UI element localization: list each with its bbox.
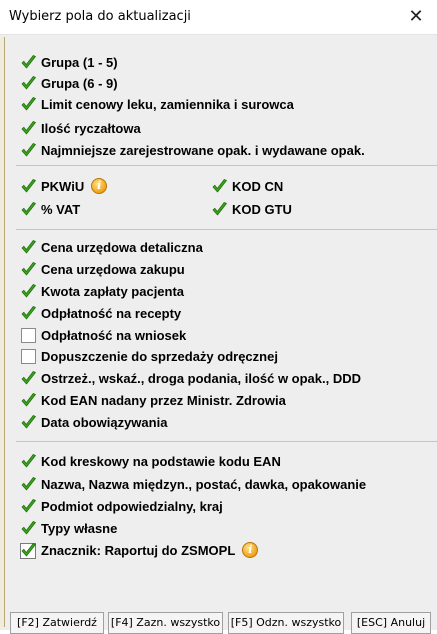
checkmark-icon[interactable] bbox=[20, 239, 37, 256]
checkbox-label: Kod EAN nadany przez Ministr. Zdrowia bbox=[41, 392, 286, 408]
checkbox-row-pkwiu[interactable]: PKWiU i bbox=[20, 175, 108, 197]
window-title: Wybierz pola do aktualizacji bbox=[9, 9, 191, 24]
checkbox-label: % VAT bbox=[41, 201, 81, 217]
checkbox-row-vat[interactable]: % VAT bbox=[20, 198, 80, 220]
checkbox-row-ilosc-ryczaltowa[interactable]: Ilość ryczałtowa bbox=[20, 117, 141, 139]
checkbox-row-najmniejsze-opak[interactable]: Najmniejsze zarejestrowane opak. i wydaw… bbox=[20, 139, 365, 161]
checkmark-icon[interactable] bbox=[20, 370, 37, 387]
checkmark-icon[interactable] bbox=[211, 178, 228, 195]
checkmark-icon[interactable] bbox=[20, 261, 37, 278]
checkbox-label: Limit cenowy leku, zamiennika i surowca bbox=[41, 96, 294, 112]
checkbox-label: Cena urzędowa zakupu bbox=[41, 261, 185, 277]
checkmark-icon[interactable] bbox=[20, 392, 37, 409]
checkbox-label: Odpłatność na recepty bbox=[41, 305, 182, 321]
checkmark-icon[interactable] bbox=[20, 498, 37, 515]
checkbox-row-kod-gtu[interactable]: KOD GTU bbox=[211, 198, 292, 220]
checkmark-icon[interactable] bbox=[20, 414, 37, 431]
checkbox-row-znacznik-zsmopl[interactable]: Znacznik: Raportuj do ZSMOPL i bbox=[20, 539, 259, 561]
checkbox-label: KOD GTU bbox=[232, 201, 292, 217]
checkbox-empty-icon[interactable] bbox=[20, 348, 37, 365]
confirm-button[interactable]: [F2] Zatwierdź bbox=[10, 612, 104, 634]
checkbox-label: Data obowiązywania bbox=[41, 414, 168, 430]
checkmark-icon[interactable] bbox=[20, 120, 37, 137]
checkbox-label: Znacznik: Raportuj do ZSMOPL bbox=[41, 542, 236, 558]
close-icon[interactable]: ✕ bbox=[403, 4, 429, 30]
checkmark-icon[interactable] bbox=[20, 542, 37, 559]
checkmark-icon[interactable] bbox=[211, 201, 228, 218]
checkbox-label: Podmiot odpowiedzialny, kraj bbox=[41, 498, 223, 514]
select-all-button[interactable]: [F4] Zazn. wszystko bbox=[108, 612, 223, 634]
info-icon[interactable]: i bbox=[91, 178, 108, 194]
checkbox-label: Kwota zapłaty pacjenta bbox=[41, 283, 185, 299]
checkmark-icon[interactable] bbox=[20, 142, 37, 159]
checkbox-label: Cena urzędowa detaliczna bbox=[41, 239, 203, 255]
cancel-button[interactable]: [ESC] Anuluj bbox=[351, 612, 431, 634]
checkmark-icon[interactable] bbox=[20, 476, 37, 493]
checkbox-label: Grupa (1 - 5) bbox=[41, 54, 118, 70]
checkbox-row-odplatnosc-wniosek[interactable]: Odpłatność na wniosek bbox=[20, 324, 186, 346]
left-edge-bar bbox=[0, 37, 5, 627]
checkbox-row-cena-detaliczna[interactable]: Cena urzędowa detaliczna bbox=[20, 236, 203, 258]
divider bbox=[16, 229, 437, 230]
checkbox-row-dopuszczenie[interactable]: Dopuszczenie do sprzedaży odręcznej bbox=[20, 345, 278, 367]
checkbox-row-kod-kreskowy[interactable]: Kod kreskowy na podstawie kodu EAN bbox=[20, 450, 281, 472]
title-bar: Wybierz pola do aktualizacji ✕ bbox=[0, 0, 437, 35]
checkbox-label: Grupa (6 - 9) bbox=[41, 75, 118, 91]
checkbox-label: Dopuszczenie do sprzedaży odręcznej bbox=[41, 348, 278, 364]
checkbox-row-grupa-1-5[interactable]: Grupa (1 - 5) bbox=[20, 51, 118, 73]
checkbox-row-kod-ean-mz[interactable]: Kod EAN nadany przez Ministr. Zdrowia bbox=[20, 389, 286, 411]
checkbox-row-kod-cn[interactable]: KOD CN bbox=[211, 175, 283, 197]
checkbox-label: Odpłatność na wniosek bbox=[41, 327, 187, 343]
checkbox-row-cena-zakupu[interactable]: Cena urzędowa zakupu bbox=[20, 258, 185, 280]
checkbox-label: Ostrzeż., wskaź., droga podania, ilość w… bbox=[41, 370, 362, 386]
checkbox-empty-icon[interactable] bbox=[20, 327, 37, 344]
checkbox-row-odplatnosc-recepty[interactable]: Odpłatność na recepty bbox=[20, 302, 181, 324]
checkbox-label: Typy własne bbox=[41, 520, 118, 536]
checkbox-row-ostrzezenia[interactable]: Ostrzeż., wskaź., droga podania, ilość w… bbox=[20, 367, 361, 389]
checkmark-icon[interactable] bbox=[20, 54, 37, 71]
checkmark-icon[interactable] bbox=[20, 96, 37, 113]
checkbox-label: Najmniejsze zarejestrowane opak. i wydaw… bbox=[41, 142, 365, 158]
checkbox-label: PKWiU bbox=[41, 178, 85, 194]
divider bbox=[16, 165, 437, 166]
deselect-all-button[interactable]: [F5] Odzn. wszystko bbox=[228, 612, 344, 634]
checkbox-row-nazwa[interactable]: Nazwa, Nazwa międzyn., postać, dawka, op… bbox=[20, 473, 366, 495]
checkbox-label: KOD CN bbox=[232, 178, 284, 194]
checkbox-row-grupa-6-9[interactable]: Grupa (6 - 9) bbox=[20, 72, 118, 94]
checkmark-icon[interactable] bbox=[20, 283, 37, 300]
checkmark-icon[interactable] bbox=[20, 305, 37, 322]
checkmark-icon[interactable] bbox=[20, 75, 37, 92]
checkmark-icon[interactable] bbox=[20, 520, 37, 537]
checkbox-row-podmiot[interactable]: Podmiot odpowiedzialny, kraj bbox=[20, 495, 223, 517]
checkmark-icon[interactable] bbox=[20, 178, 37, 195]
checkbox-label: Nazwa, Nazwa międzyn., postać, dawka, op… bbox=[41, 476, 367, 492]
checkmark-icon[interactable] bbox=[20, 453, 37, 470]
checkbox-row-kwota-zaplaty[interactable]: Kwota zapłaty pacjenta bbox=[20, 280, 184, 302]
checkbox-label: Kod kreskowy na podstawie kodu EAN bbox=[41, 453, 281, 469]
checkbox-row-data-obowiazywania[interactable]: Data obowiązywania bbox=[20, 411, 167, 433]
checkbox-row-limit-cenowy[interactable]: Limit cenowy leku, zamiennika i surowca bbox=[20, 93, 294, 115]
checkbox-label: Ilość ryczałtowa bbox=[41, 120, 141, 136]
info-icon[interactable]: i bbox=[242, 542, 259, 558]
checkmark-icon[interactable] bbox=[20, 201, 37, 218]
divider bbox=[16, 441, 437, 442]
checkbox-row-typy-wlasne[interactable]: Typy własne bbox=[20, 517, 117, 539]
